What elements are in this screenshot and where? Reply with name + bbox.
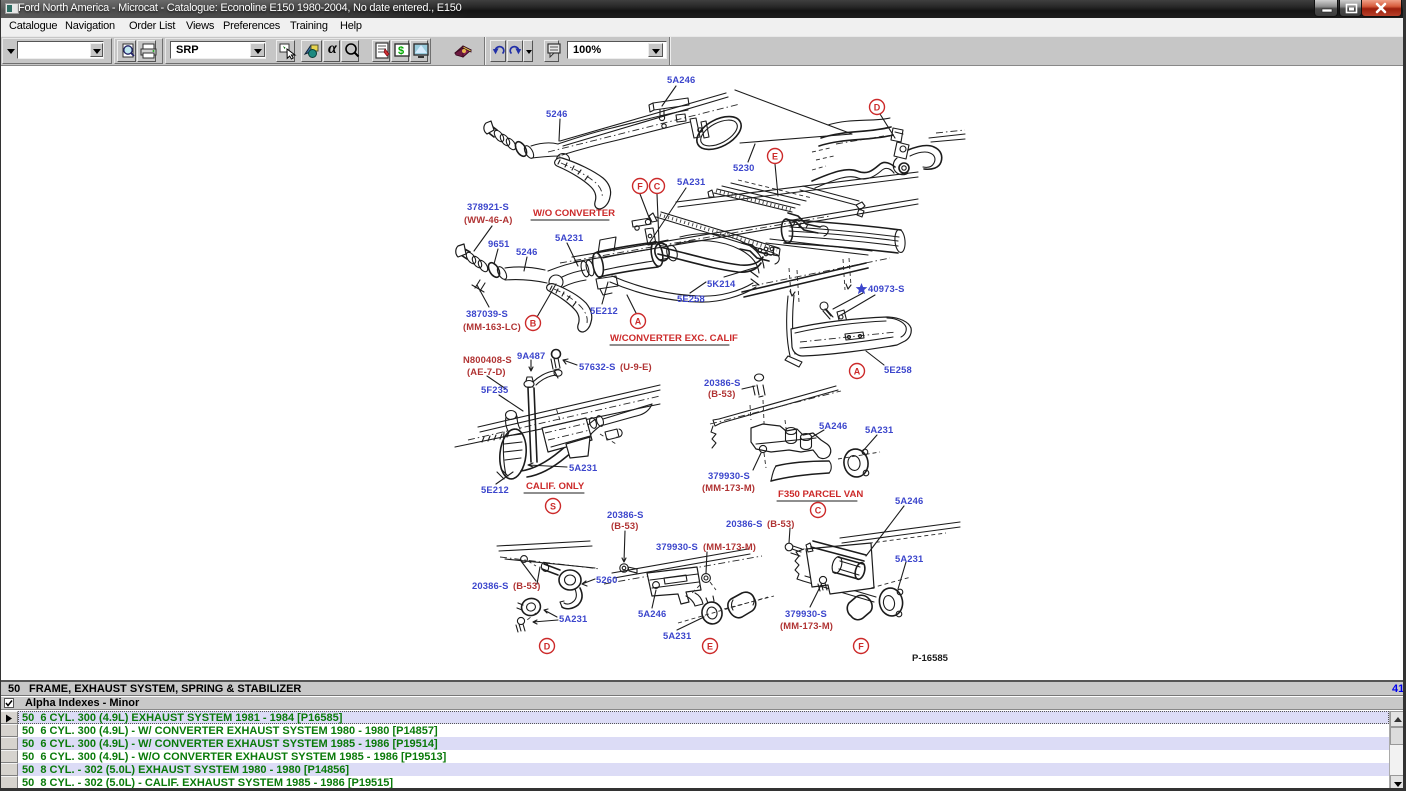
svg-text:CALIF. ONLY: CALIF. ONLY bbox=[526, 481, 585, 492]
svg-text:(MM-163-LC): (MM-163-LC) bbox=[463, 321, 521, 332]
svg-text:5260: 5260 bbox=[596, 574, 617, 585]
svg-text:(MM-173-M): (MM-173-M) bbox=[702, 482, 755, 493]
svg-text:F: F bbox=[858, 642, 864, 652]
svg-text:379930-S: 379930-S bbox=[656, 541, 698, 552]
svg-text:(WW-46-A): (WW-46-A) bbox=[464, 214, 513, 225]
svg-text:5E212: 5E212 bbox=[481, 484, 509, 495]
svg-text:E: E bbox=[707, 642, 713, 652]
svg-text:5246: 5246 bbox=[546, 108, 567, 119]
svg-text:(B-53): (B-53) bbox=[708, 388, 735, 399]
svg-text:387039-S: 387039-S bbox=[466, 308, 508, 319]
svg-text:(MM-173-M): (MM-173-M) bbox=[780, 620, 833, 631]
svg-text:20386-S: 20386-S bbox=[472, 580, 509, 591]
svg-text:D: D bbox=[544, 642, 551, 652]
svg-text:B: B bbox=[530, 319, 537, 329]
svg-text:P-16585: P-16585 bbox=[912, 653, 949, 664]
svg-text:5246: 5246 bbox=[516, 246, 537, 257]
svg-text:(B-53): (B-53) bbox=[513, 580, 540, 591]
svg-text:9651: 9651 bbox=[488, 238, 509, 249]
svg-text:57632-S: 57632-S bbox=[579, 361, 616, 372]
svg-text:(U-9-E): (U-9-E) bbox=[620, 361, 652, 372]
svg-text:(B-53): (B-53) bbox=[767, 518, 794, 529]
svg-text:E: E bbox=[772, 152, 778, 162]
svg-text:379930-S: 379930-S bbox=[708, 470, 750, 481]
svg-text:5A231: 5A231 bbox=[663, 630, 691, 641]
svg-text:N800408-S: N800408-S bbox=[463, 354, 512, 365]
svg-text:F: F bbox=[637, 182, 643, 192]
svg-text:5E258: 5E258 bbox=[884, 364, 912, 375]
svg-text:5A231: 5A231 bbox=[865, 424, 893, 435]
svg-text:5A246: 5A246 bbox=[638, 608, 666, 619]
svg-text:5K214: 5K214 bbox=[707, 278, 736, 289]
svg-text:C: C bbox=[815, 506, 822, 516]
svg-text:5F235: 5F235 bbox=[481, 384, 508, 395]
svg-text:40973-S: 40973-S bbox=[868, 283, 905, 294]
svg-text:20386-S: 20386-S bbox=[704, 377, 741, 388]
svg-text:A: A bbox=[635, 317, 642, 327]
svg-text:S: S bbox=[550, 502, 556, 512]
svg-text:C: C bbox=[654, 182, 661, 192]
svg-text:20386-S: 20386-S bbox=[607, 509, 644, 520]
svg-text:5A231: 5A231 bbox=[895, 553, 923, 564]
svg-text:D: D bbox=[874, 103, 881, 113]
svg-text:5A246: 5A246 bbox=[819, 420, 847, 431]
svg-text:(B-53): (B-53) bbox=[611, 520, 638, 531]
svg-text:20386-S: 20386-S bbox=[726, 518, 763, 529]
svg-text:5A231: 5A231 bbox=[569, 462, 597, 473]
svg-text:W/O CONVERTER: W/O CONVERTER bbox=[533, 208, 615, 219]
svg-text:5A231: 5A231 bbox=[677, 176, 705, 187]
svg-text:F350 PARCEL VAN: F350 PARCEL VAN bbox=[778, 489, 863, 500]
svg-text:5230: 5230 bbox=[733, 162, 754, 173]
svg-text:5E258: 5E258 bbox=[677, 293, 705, 304]
svg-text:9A487: 9A487 bbox=[517, 350, 545, 361]
svg-text:$: $ bbox=[398, 45, 404, 57]
svg-text:379930-S: 379930-S bbox=[785, 608, 827, 619]
svg-text:5A231: 5A231 bbox=[559, 613, 587, 624]
svg-text:5A246: 5A246 bbox=[667, 74, 695, 85]
svg-text:5A246: 5A246 bbox=[895, 495, 923, 506]
svg-text:(AE-7-D): (AE-7-D) bbox=[467, 366, 506, 377]
svg-text:(MM-173-M): (MM-173-M) bbox=[703, 541, 756, 552]
svg-text:5E212: 5E212 bbox=[590, 305, 618, 316]
svg-text:W/CONVERTER EXC. CALIF: W/CONVERTER EXC. CALIF bbox=[610, 333, 738, 344]
svg-text:378921-S: 378921-S bbox=[467, 201, 509, 212]
svg-text:5A231: 5A231 bbox=[555, 232, 583, 243]
svg-text:A: A bbox=[854, 367, 861, 377]
